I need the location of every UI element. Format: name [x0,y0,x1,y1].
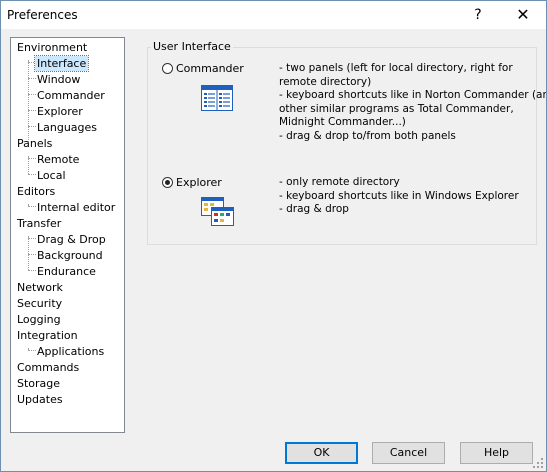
explorer-interface-icon [201,197,234,226]
preferences-tree[interactable]: Environment Interface Window Commander E… [10,37,125,433]
tree-item-logging[interactable]: Logging [15,312,63,327]
tree-item-drag-drop[interactable]: Drag & Drop [35,232,108,247]
tree-item-editors[interactable]: Editors [15,184,57,199]
tree-item-security[interactable]: Security [15,296,64,311]
preferences-dialog: Preferences ? ✕ Environment Interface Wi… [0,0,547,472]
explorer-radio[interactable]: Explorer [162,176,222,189]
tree-item-storage[interactable]: Storage [15,376,62,391]
commander-desc-line: other similar programs as Total Commande… [279,102,514,115]
commander-desc-line: Midnight Commander...) [279,116,406,128]
tree-item-updates[interactable]: Updates [15,392,65,407]
title-bar: Preferences ? ✕ [1,1,546,29]
explorer-radio-label[interactable]: Explorer [176,176,222,189]
tree-item-interface[interactable]: Interface [33,55,90,72]
explorer-desc-line: - keyboard shortcuts like in Windows Exp… [279,189,519,202]
commander-radio[interactable]: Commander [162,62,244,75]
tree-item-environment[interactable]: Environment [15,40,89,55]
commander-interface-icon [201,85,233,111]
close-icon[interactable]: ✕ [501,1,545,29]
commander-desc-line: remote directory) [279,75,372,88]
commander-description: - two panels (left for local directory, … [279,62,547,143]
commander-desc-line: - drag & drop to/from both panels [279,129,456,142]
commander-radio-label[interactable]: Commander [176,62,244,75]
commander-radio-circle[interactable] [162,63,173,74]
tree-item-explorer[interactable]: Explorer [35,104,85,119]
resize-grip-icon[interactable] [532,457,544,469]
tree-item-languages[interactable]: Languages [35,120,99,135]
ok-button[interactable]: OK [285,442,358,464]
tree-item-commands[interactable]: Commands [15,360,81,375]
explorer-desc-line: - drag & drop [279,203,349,215]
help-icon[interactable]: ? [456,1,500,29]
explorer-radio-circle[interactable] [162,177,173,188]
tree-item-window[interactable]: Window [35,72,82,87]
tree-connector [28,236,29,270]
tree-item-applications[interactable]: Applications [35,344,106,359]
tree-item-remote[interactable]: Remote [35,152,81,167]
tree-item-integration[interactable]: Integration [15,328,80,343]
tree-item-commander[interactable]: Commander [35,88,107,103]
user-interface-group-title: User Interface [151,40,233,53]
window-title: Preferences [7,8,78,22]
tree-item-endurance[interactable]: Endurance [35,264,98,279]
tree-item-background[interactable]: Background [35,248,105,263]
cancel-button[interactable]: Cancel [372,442,445,464]
help-button[interactable]: Help [460,442,533,464]
tree-item-internal-editor[interactable]: Internal editor [35,200,117,215]
commander-desc-line: - two panels (left for local directory, … [279,62,513,74]
tree-connector [28,60,29,142]
tree-item-local[interactable]: Local [35,168,68,183]
explorer-description: - only remote directory - keyboard short… [279,176,519,217]
tree-item-network[interactable]: Network [15,280,65,295]
tree-item-transfer[interactable]: Transfer [15,216,63,231]
tree-item-panels[interactable]: Panels [15,136,54,151]
commander-desc-line: - keyboard shortcuts like in Norton Comm… [279,89,547,101]
explorer-desc-line: - only remote directory [279,176,400,188]
